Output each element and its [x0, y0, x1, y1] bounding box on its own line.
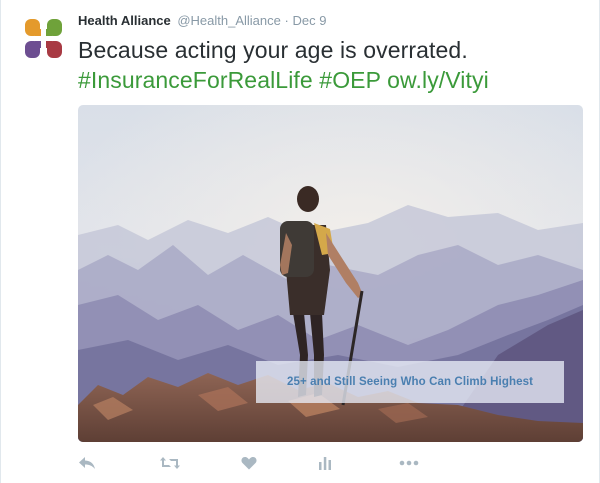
tweet-date[interactable]: Dec 9: [292, 13, 326, 28]
reply-icon: [79, 457, 95, 469]
tweet-links-line: #InsuranceForRealLife #OEP ow.ly/Vityi: [78, 65, 588, 95]
image-caption: 25+ and Still Seeing Who Can Climb Highe…: [286, 376, 534, 388]
more-button[interactable]: [399, 452, 419, 474]
image-caption-box: 25+ and Still Seeing Who Can Climb Highe…: [256, 361, 564, 403]
more-icon: [399, 460, 419, 466]
author-handle[interactable]: @Health_Alliance: [177, 13, 281, 28]
like-icon: [241, 457, 257, 470]
like-button[interactable]: [241, 452, 257, 474]
tweet-link[interactable]: ow.ly/Vityi: [387, 67, 489, 93]
avatar[interactable]: [21, 16, 67, 62]
header-separator: ·: [284, 13, 289, 28]
analytics-icon: [319, 457, 331, 470]
tweet-text-line: Because acting your age is overrated.: [78, 37, 468, 63]
hashtag-insurance[interactable]: #InsuranceForRealLife: [78, 67, 313, 93]
tweet-card: Health Alliance @Health_Alliance · Dec 9…: [0, 0, 600, 483]
author-name[interactable]: Health Alliance: [78, 13, 171, 28]
hashtag-oep[interactable]: #OEP: [319, 67, 380, 93]
health-alliance-logo: [24, 19, 64, 59]
retweet-button[interactable]: [160, 452, 180, 474]
retweet-icon: [160, 457, 180, 469]
analytics-button[interactable]: [318, 452, 332, 474]
tweet-text: Because acting your age is overrated. #I…: [78, 35, 588, 95]
reply-button[interactable]: [78, 452, 96, 474]
tweet-header: Health Alliance @Health_Alliance · Dec 9: [78, 12, 326, 30]
